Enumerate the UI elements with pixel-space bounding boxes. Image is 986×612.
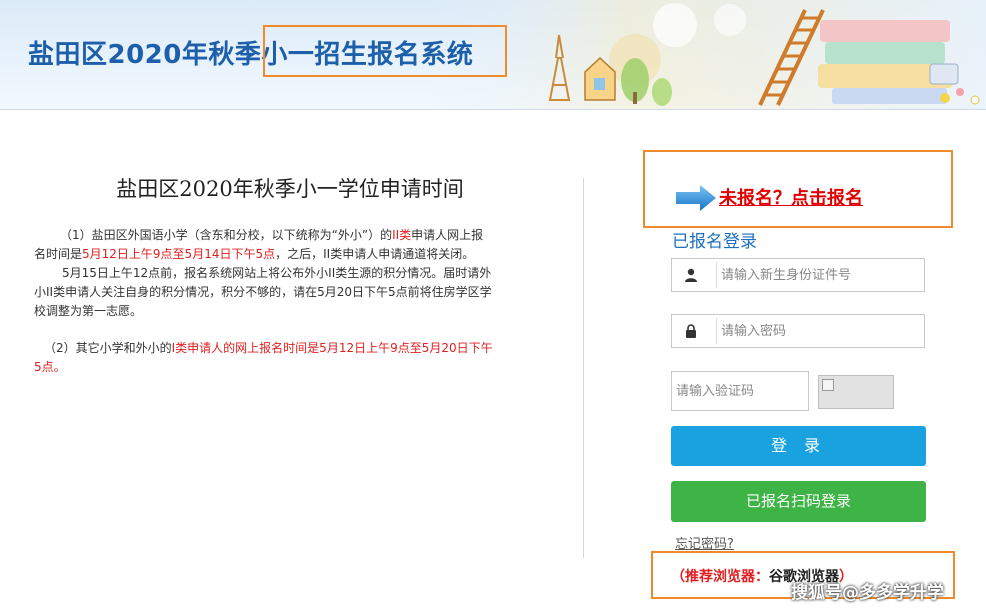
header-illustration — [430, 0, 986, 109]
captcha-field — [671, 371, 809, 411]
notice-p1-class: II类 — [392, 228, 412, 242]
notice-p1-text: （1）盐田区外国语小学（含东和分校，以下统称为“外小”）的 — [60, 228, 393, 242]
notice-paragraph-1: （1）盐田区外国语小学（含东和分校，以下统称为“外小”）的II类申请人网上报名时… — [34, 226, 494, 264]
captcha-input[interactable] — [672, 372, 808, 410]
register-link[interactable]: 未报名？点击报名 — [719, 184, 863, 210]
password-field — [671, 314, 925, 348]
id-number-field — [671, 258, 925, 292]
notice-p1-time: 5月12日上午9点至5月14日下午5点 — [82, 247, 276, 261]
login-button[interactable]: 登 录 — [671, 426, 926, 466]
title-highlight-box — [263, 25, 507, 77]
arrow-right-icon — [676, 185, 716, 211]
notice-paragraph-3: （2）其它小学和外小的I类申请人的网上报名时间是5月12日上午9点至5月20日下… — [34, 339, 494, 377]
browser-label: （推荐浏览器： — [671, 569, 769, 585]
broken-image-icon — [822, 379, 834, 391]
notice-p1-text3: ，之后，II类申请人申请通道将关闭。 — [275, 247, 475, 261]
vertical-divider — [583, 178, 584, 558]
watermark: 搜狐号@多多学升学 — [791, 583, 944, 603]
login-title: 已报名登录 — [672, 232, 757, 252]
notice-p3-text: （2）其它小学和外小的 — [44, 341, 172, 355]
captcha-image[interactable] — [818, 375, 894, 409]
page: 盐田区2020年秋季小一招生报名系统 盐田区2020年秋季小一学位申请时间 （1… — [0, 0, 986, 612]
user-icon — [672, 259, 710, 291]
scan-login-button[interactable]: 已报名扫码登录 — [671, 481, 926, 522]
notice-title: 盐田区2020年秋季小一学位申请时间 — [116, 177, 464, 201]
forgot-password-link[interactable]: 忘记密码? — [675, 533, 734, 552]
header-banner: 盐田区2020年秋季小一招生报名系统 — [0, 0, 986, 110]
password-input[interactable] — [716, 318, 916, 344]
notice-paragraph-2: 5月15日上午12点前，报名系统网站上将公布外小II类生源的积分情况。届时请外小… — [34, 266, 492, 318]
lock-icon — [672, 315, 710, 347]
notice-body: （1）盐田区外国语小学（含东和分校，以下统称为“外小”）的II类申请人网上报名时… — [34, 226, 494, 377]
id-number-input[interactable] — [716, 262, 916, 288]
site-title-part1: 盐田区2020年秋季 — [28, 40, 262, 70]
